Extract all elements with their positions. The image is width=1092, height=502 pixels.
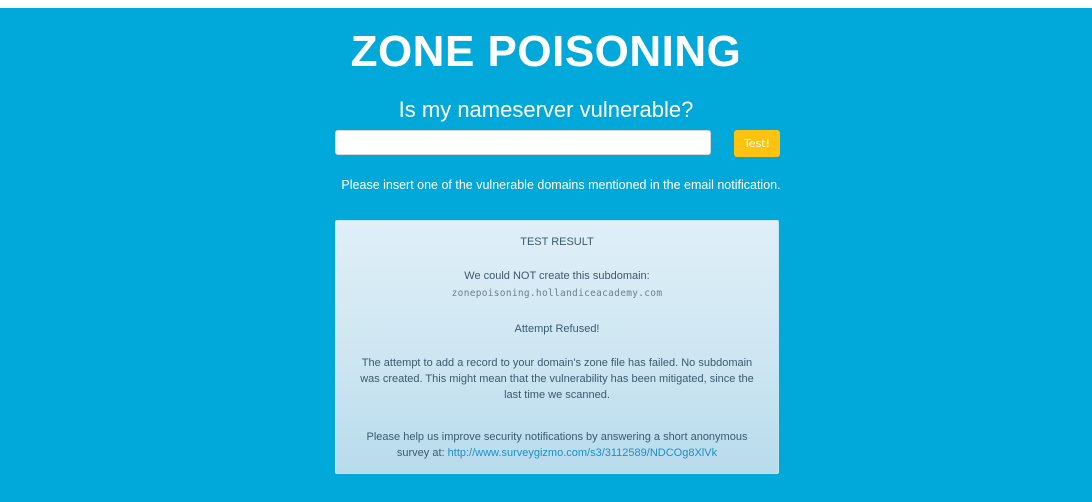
result-subdomain: zonepoisoning.hollandiceacademy.com [451,288,663,299]
survey-link[interactable]: http://www.surveygizmo.com/s3/3112589/ND… [448,447,717,459]
page-subtitle: Is my nameserver vulnerable? [398,97,694,122]
test-button[interactable]: Test! [734,130,780,157]
result-explanation: The attempt to add a record to your doma… [360,357,754,401]
page-title: ZONE POISONING [350,27,742,76]
instruction-hint: Please insert one of the vulnerable doma… [341,178,781,192]
result-message: We could NOT create this subdomain: [464,270,650,282]
test-result-panel: TEST RESULT We could NOT create this sub… [335,220,779,474]
domain-input[interactable] [335,130,711,155]
survey-note: Please help us improve security notifica… [336,429,778,461]
result-heading: TEST RESULT [520,236,594,248]
result-status: Attempt Refused! [514,323,600,335]
